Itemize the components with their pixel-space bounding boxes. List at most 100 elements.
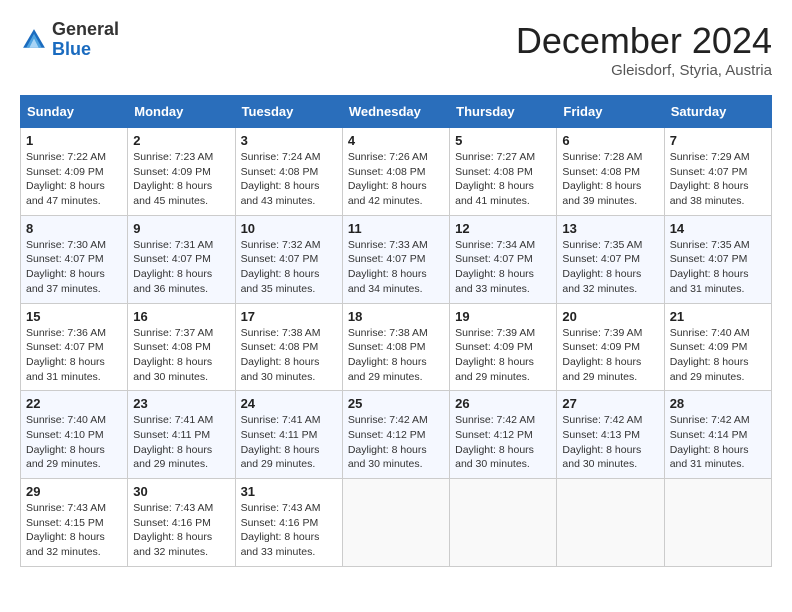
table-row: 26 Sunrise: 7:42 AMSunset: 4:12 PMDayligh…: [450, 391, 557, 479]
day-info: Sunrise: 7:27 AMSunset: 4:08 PMDaylight:…: [455, 150, 551, 209]
day-number: 23: [133, 396, 229, 411]
table-row: 19Sunrise: 7:39 AMSunset: 4:09 PMDayligh…: [450, 303, 557, 391]
day-info: Sunrise: 7:39 AMSunset: 4:09 PMDaylight:…: [562, 326, 658, 385]
table-row: 29 Sunrise: 7:43 AMSunset: 4:15 PMDayligh…: [21, 479, 128, 567]
day-number: 29: [26, 484, 122, 499]
calendar-week-3: 15 Sunrise: 7:36 AMSunset: 4:07 PMDayligh…: [21, 303, 772, 391]
table-row: 31Sunrise: 7:43 AMSunset: 4:16 PMDayligh…: [235, 479, 342, 567]
day-info: Sunrise: 7:36 AMSunset: 4:07 PMDaylight:…: [26, 326, 122, 385]
table-row: 7 Sunrise: 7:29 AMSunset: 4:07 PMDaylight…: [664, 128, 771, 216]
col-saturday: Saturday: [664, 96, 771, 128]
day-info: Sunrise: 7:40 AMSunset: 4:10 PMDaylight:…: [26, 413, 122, 472]
table-row: 6 Sunrise: 7:28 AMSunset: 4:08 PMDaylight…: [557, 128, 664, 216]
logo-blue: Blue: [52, 39, 91, 59]
table-row: 1 Sunrise: 7:22 AMSunset: 4:09 PMDaylight…: [21, 128, 128, 216]
day-info: Sunrise: 7:23 AMSunset: 4:09 PMDaylight:…: [133, 150, 229, 209]
day-number: 14: [670, 221, 766, 236]
day-number: 15: [26, 309, 122, 324]
table-row: 16Sunrise: 7:37 AMSunset: 4:08 PMDayligh…: [128, 303, 235, 391]
table-row: 18 Sunrise: 7:38 AMSunset: 4:08 PMDayligh…: [342, 303, 449, 391]
table-row: 15 Sunrise: 7:36 AMSunset: 4:07 PMDayligh…: [21, 303, 128, 391]
col-wednesday: Wednesday: [342, 96, 449, 128]
table-row: 11 Sunrise: 7:33 AMSunset: 4:07 PMDayligh…: [342, 215, 449, 303]
logo-text: General Blue: [52, 20, 119, 60]
day-info: Sunrise: 7:31 AMSunset: 4:07 PMDaylight:…: [133, 238, 229, 297]
day-info: Sunrise: 7:40 AMSunset: 4:09 PMDaylight:…: [670, 326, 766, 385]
table-row: 3Sunrise: 7:24 AMSunset: 4:08 PMDaylight…: [235, 128, 342, 216]
day-number: 2: [133, 133, 229, 148]
day-number: 5: [455, 133, 551, 148]
day-info: Sunrise: 7:22 AMSunset: 4:09 PMDaylight:…: [26, 150, 122, 209]
day-info: Sunrise: 7:24 AMSunset: 4:08 PMDaylight:…: [241, 150, 337, 209]
calendar-week-4: 22 Sunrise: 7:40 AMSunset: 4:10 PMDayligh…: [21, 391, 772, 479]
day-info: Sunrise: 7:35 AMSunset: 4:07 PMDaylight:…: [562, 238, 658, 297]
day-info: Sunrise: 7:42 AMSunset: 4:13 PMDaylight:…: [562, 413, 658, 472]
day-info: Sunrise: 7:41 AMSunset: 4:11 PMDaylight:…: [133, 413, 229, 472]
table-row: [664, 479, 771, 567]
table-row: 30 Sunrise: 7:43 AMSunset: 4:16 PMDayligh…: [128, 479, 235, 567]
day-info: Sunrise: 7:38 AMSunset: 4:08 PMDaylight:…: [348, 326, 444, 385]
table-row: 13 Sunrise: 7:35 AMSunset: 4:07 PMDayligh…: [557, 215, 664, 303]
table-row: 4 Sunrise: 7:26 AMSunset: 4:08 PMDaylight…: [342, 128, 449, 216]
title-block: December 2024 Gleisdorf, Styria, Austria: [516, 20, 772, 79]
table-row: [450, 479, 557, 567]
day-info: Sunrise: 7:29 AMSunset: 4:07 PMDaylight:…: [670, 150, 766, 209]
day-number: 24: [241, 396, 337, 411]
table-row: 24 Sunrise: 7:41 AMSunset: 4:11 PMDayligh…: [235, 391, 342, 479]
location-subtitle: Gleisdorf, Styria, Austria: [516, 62, 772, 79]
page-header: General Blue December 2024 Gleisdorf, St…: [20, 20, 772, 79]
day-info: Sunrise: 7:42 AMSunset: 4:14 PMDaylight:…: [670, 413, 766, 472]
logo-icon: [20, 26, 48, 54]
day-number: 25: [348, 396, 444, 411]
day-info: Sunrise: 7:30 AMSunset: 4:07 PMDaylight:…: [26, 238, 122, 297]
day-info: Sunrise: 7:34 AMSunset: 4:07 PMDaylight:…: [455, 238, 551, 297]
day-number: 17: [241, 309, 337, 324]
table-row: 5 Sunrise: 7:27 AMSunset: 4:08 PMDaylight…: [450, 128, 557, 216]
day-number: 27: [562, 396, 658, 411]
table-row: 20 Sunrise: 7:39 AMSunset: 4:09 PMDayligh…: [557, 303, 664, 391]
table-row: 2 Sunrise: 7:23 AMSunset: 4:09 PMDaylight…: [128, 128, 235, 216]
calendar-header-row: Sunday Monday Tuesday Wednesday Thursday…: [21, 96, 772, 128]
day-info: Sunrise: 7:26 AMSunset: 4:08 PMDaylight:…: [348, 150, 444, 209]
day-info: Sunrise: 7:43 AMSunset: 4:16 PMDaylight:…: [133, 501, 229, 560]
day-info: Sunrise: 7:39 AMSunset: 4:09 PMDaylight:…: [455, 326, 551, 385]
day-number: 28: [670, 396, 766, 411]
day-number: 13: [562, 221, 658, 236]
table-row: 12Sunrise: 7:34 AMSunset: 4:07 PMDayligh…: [450, 215, 557, 303]
day-number: 21: [670, 309, 766, 324]
day-number: 31: [241, 484, 337, 499]
day-info: Sunrise: 7:35 AMSunset: 4:07 PMDaylight:…: [670, 238, 766, 297]
table-row: 8 Sunrise: 7:30 AMSunset: 4:07 PMDaylight…: [21, 215, 128, 303]
day-number: 11: [348, 221, 444, 236]
day-number: 30: [133, 484, 229, 499]
day-number: 8: [26, 221, 122, 236]
day-info: Sunrise: 7:28 AMSunset: 4:08 PMDaylight:…: [562, 150, 658, 209]
col-sunday: Sunday: [21, 96, 128, 128]
calendar-week-1: 1 Sunrise: 7:22 AMSunset: 4:09 PMDaylight…: [21, 128, 772, 216]
day-number: 6: [562, 133, 658, 148]
month-title: December 2024: [516, 20, 772, 62]
day-number: 4: [348, 133, 444, 148]
table-row: [342, 479, 449, 567]
table-row: 14 Sunrise: 7:35 AMSunset: 4:07 PMDayligh…: [664, 215, 771, 303]
day-info: Sunrise: 7:41 AMSunset: 4:11 PMDaylight:…: [241, 413, 337, 472]
day-number: 20: [562, 309, 658, 324]
day-number: 22: [26, 396, 122, 411]
table-row: 23 Sunrise: 7:41 AMSunset: 4:11 PMDayligh…: [128, 391, 235, 479]
day-number: 9: [133, 221, 229, 236]
calendar-table: Sunday Monday Tuesday Wednesday Thursday…: [20, 95, 772, 567]
day-info: Sunrise: 7:42 AMSunset: 4:12 PMDaylight:…: [348, 413, 444, 472]
day-number: 18: [348, 309, 444, 324]
day-info: Sunrise: 7:33 AMSunset: 4:07 PMDaylight:…: [348, 238, 444, 297]
day-number: 26: [455, 396, 551, 411]
calendar-week-2: 8 Sunrise: 7:30 AMSunset: 4:07 PMDaylight…: [21, 215, 772, 303]
day-info: Sunrise: 7:42 AMSunset: 4:12 PMDaylight:…: [455, 413, 551, 472]
day-info: Sunrise: 7:43 AMSunset: 4:15 PMDaylight:…: [26, 501, 122, 560]
logo-general: General: [52, 19, 119, 39]
day-number: 7: [670, 133, 766, 148]
col-friday: Friday: [557, 96, 664, 128]
day-info: Sunrise: 7:37 AMSunset: 4:08 PMDaylight:…: [133, 326, 229, 385]
day-number: 1: [26, 133, 122, 148]
table-row: 10Sunrise: 7:32 AMSunset: 4:07 PMDayligh…: [235, 215, 342, 303]
table-row: 25 Sunrise: 7:42 AMSunset: 4:12 PMDayligh…: [342, 391, 449, 479]
